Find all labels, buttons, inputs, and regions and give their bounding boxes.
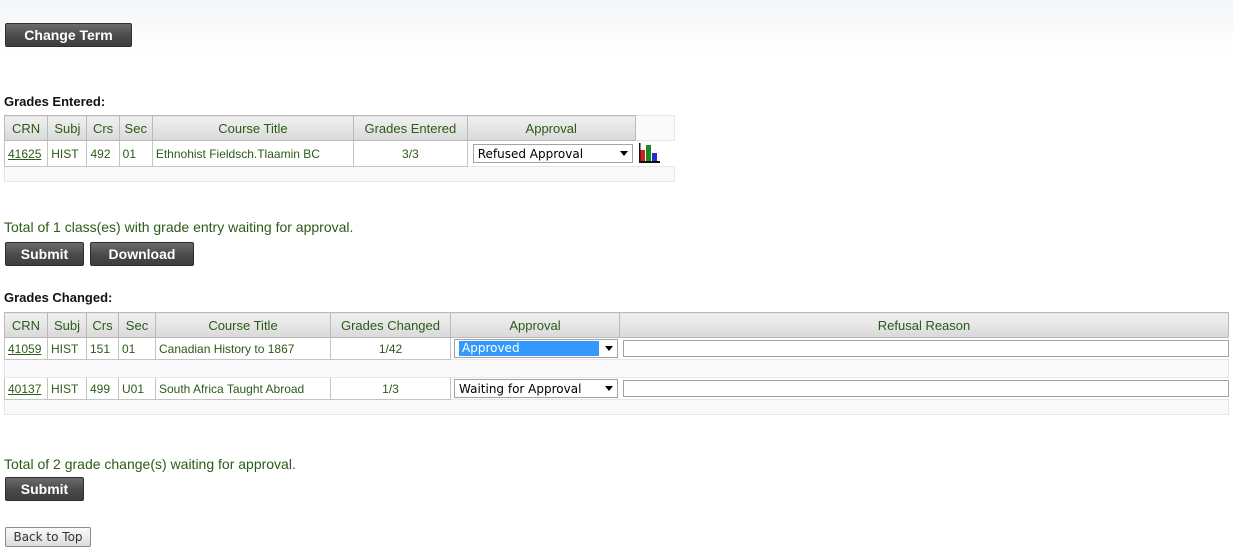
- subj-cell: HIST: [47, 337, 87, 360]
- column-header-subj: Subj: [47, 115, 88, 141]
- sec-cell: U01: [118, 377, 156, 400]
- table-row: 41059 HIST 151 01 Canadian History to 18…: [4, 337, 1229, 360]
- refusal-reason-input[interactable]: [622, 340, 1229, 357]
- submit-grades-entered-button[interactable]: Submit: [5, 242, 84, 266]
- column-header-crn: CRN: [3, 115, 49, 141]
- grades-changed-cell: 1/42: [330, 337, 451, 360]
- crs-cell: 499: [86, 377, 119, 400]
- table-spacer-row: [4, 359, 1229, 378]
- chevron-down-icon: [605, 346, 613, 351]
- column-header-course-title: Course Title: [151, 115, 355, 141]
- back-to-top-button[interactable]: Back to Top: [5, 527, 91, 547]
- crn-cell[interactable]: 40137: [4, 377, 48, 400]
- approval-cell: Approved: [450, 337, 620, 360]
- refusal-reason-cell: [619, 337, 1229, 360]
- column-header-approval: Approval: [466, 115, 636, 141]
- column-header-crn: CRN: [4, 312, 48, 338]
- column-header-course-title: Course Title: [155, 312, 331, 338]
- column-header-grades-entered: Grades Entered: [353, 115, 468, 141]
- approval-cell: Waiting for Approval: [450, 377, 620, 400]
- column-header-chart: [634, 115, 676, 141]
- change-term-button[interactable]: Change Term: [5, 23, 132, 47]
- crn-cell[interactable]: 41625: [3, 140, 49, 167]
- column-header-approval: Approval: [450, 312, 620, 338]
- bar-chart-icon[interactable]: [639, 141, 661, 163]
- grades-changed-cell: 1/3: [330, 377, 451, 400]
- table-spacer-row: [4, 166, 675, 182]
- grades-changed-title: Grades Changed:: [4, 290, 113, 305]
- course-title-cell: Ethnohist Fieldsch.Tlaamin BC: [151, 140, 355, 167]
- crn-cell[interactable]: 41059: [4, 337, 48, 360]
- crn-link[interactable]: 40137: [8, 382, 41, 396]
- subj-cell: HIST: [47, 377, 87, 400]
- refusal-reason-input[interactable]: [622, 380, 1229, 397]
- chart-cell: [635, 141, 674, 167]
- approval-cell: Refused Approval: [467, 140, 636, 167]
- approval-select[interactable]: Refused Approval: [472, 144, 633, 163]
- approval-value: Waiting for Approval: [459, 381, 582, 396]
- column-header-sec: Sec: [118, 312, 156, 338]
- crn-link[interactable]: 41059: [8, 342, 41, 356]
- table-spacer-row: [4, 399, 1229, 415]
- course-title-cell: Canadian History to 1867: [155, 337, 331, 360]
- column-header-refusal-reason: Refusal Reason: [619, 312, 1229, 338]
- table-row: 40137 HIST 499 U01 South Africa Taught A…: [4, 377, 1229, 400]
- grades-entered-table: CRN Subj Crs Sec Course Title Grades Ent…: [3, 115, 676, 182]
- column-header-crs: Crs: [86, 115, 120, 141]
- column-header-sec: Sec: [118, 115, 153, 141]
- grades-entered-cell: 3/3: [353, 140, 468, 167]
- grades-changed-table: CRN Subj Crs Sec Course Title Grades Cha…: [4, 312, 1229, 415]
- approval-select[interactable]: Waiting for Approval: [454, 379, 618, 398]
- chevron-down-icon: [619, 151, 628, 156]
- sec-cell: 01: [118, 337, 156, 360]
- grades-entered-title: Grades Entered:: [4, 94, 106, 109]
- course-title-cell: South Africa Taught Abroad: [155, 377, 331, 400]
- approval-select[interactable]: Approved: [454, 339, 618, 358]
- crn-link[interactable]: 41625: [8, 147, 41, 161]
- refusal-reason-cell: [619, 377, 1229, 400]
- column-header-subj: Subj: [47, 312, 87, 338]
- crs-cell: 151: [86, 337, 119, 360]
- column-header-grades-changed: Grades Changed: [330, 312, 451, 338]
- column-header-crs: Crs: [86, 312, 119, 338]
- download-button[interactable]: Download: [90, 242, 194, 266]
- chevron-down-icon: [605, 386, 613, 391]
- submit-grades-changed-button[interactable]: Submit: [5, 477, 84, 501]
- grades-changed-total: Total of 2 grade change(s) waiting for a…: [4, 456, 296, 472]
- grades-entered-total: Total of 1 class(es) with grade entry wa…: [4, 219, 354, 235]
- table-header-row: CRN Subj Crs Sec Course Title Grades Cha…: [4, 312, 1229, 338]
- sec-cell: 01: [118, 140, 153, 167]
- subj-cell: HIST: [47, 140, 88, 167]
- table-header-row: CRN Subj Crs Sec Course Title Grades Ent…: [3, 115, 676, 141]
- table-row: 41625 HIST 492 01 Ethnohist Fieldsch.Tla…: [3, 140, 675, 167]
- approval-value: Refused Approval: [477, 146, 584, 161]
- approval-value: Approved: [459, 341, 599, 356]
- crs-cell: 492: [86, 140, 120, 167]
